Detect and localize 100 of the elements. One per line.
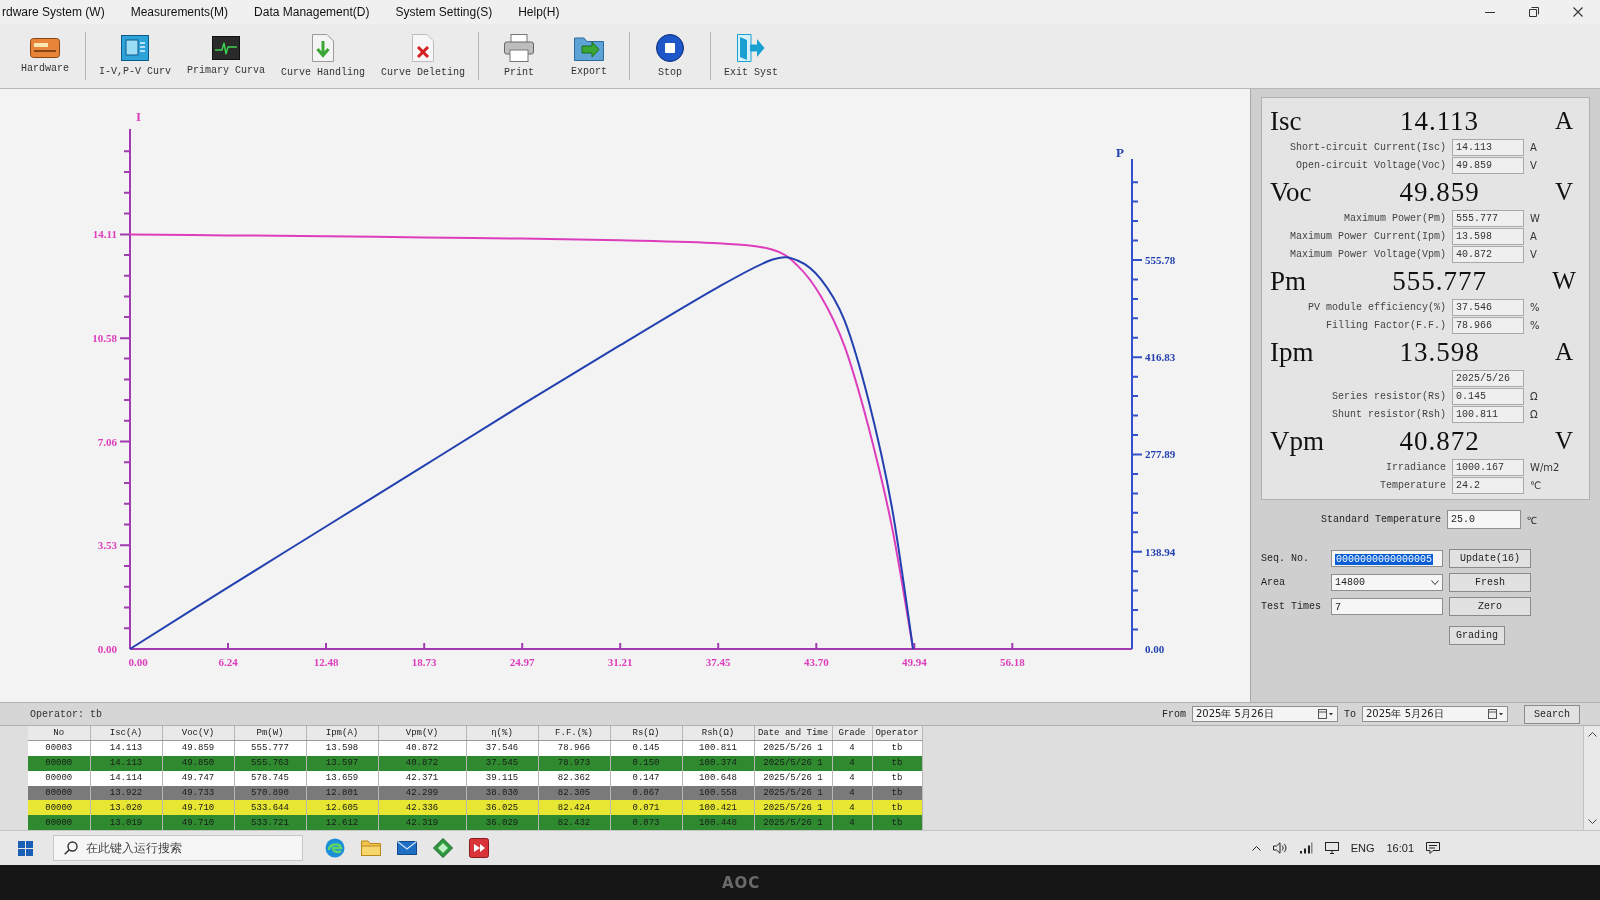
caret-down-icon[interactable]	[1587, 819, 1597, 824]
toolbar-button[interactable]: Exit Syst	[716, 24, 787, 88]
input-field[interactable]: 25.0	[1447, 510, 1522, 529]
field-label: Area	[1261, 577, 1286, 588]
toolbar-button[interactable]: Print	[484, 24, 555, 88]
language-indicator[interactable]: ENG	[1350, 842, 1375, 854]
search-button[interactable]: Search	[1524, 704, 1580, 724]
column-header: Operator	[872, 726, 922, 741]
column-header: Grade	[832, 726, 872, 741]
toolbar-button[interactable]: Curve Handling	[273, 24, 374, 88]
value-field: 78.966	[1452, 316, 1524, 334]
reading-value: 49.859	[1398, 175, 1481, 208]
unit-label: A	[1530, 230, 1538, 242]
field-label: Short-circuit Current(Isc)	[1288, 141, 1446, 153]
axis-tick-label: 31.21	[607, 656, 633, 668]
date-picker[interactable]: 2025年 5月26日	[1362, 706, 1508, 722]
table-cell: 13.659	[306, 770, 378, 786]
monitor-icon[interactable]	[1324, 842, 1339, 854]
network-icon[interactable]	[1298, 842, 1313, 854]
table-row[interactable]: 00000 13.020 49.710 533.644 12.605 42.336 36.025 82.424 0.071 100.421 2025/5/26 1 4 tb	[28, 800, 922, 816]
table-cell: 0.150	[610, 755, 682, 771]
menu-item[interactable]: Measurements(M)	[117, 0, 242, 24]
taskbar-search-field[interactable]: 在此键入运行搜索	[53, 835, 303, 861]
caret-up-icon[interactable]	[1251, 845, 1261, 851]
table-cell: 555.763	[234, 755, 306, 771]
start-icon[interactable]	[18, 840, 33, 856]
table-cell: 4	[832, 755, 872, 771]
input-field[interactable]: 7	[1331, 598, 1443, 615]
toolbar-button[interactable]: I-V,P-V Curv	[91, 24, 179, 88]
unit-label: V	[1530, 248, 1538, 260]
toolbar-button[interactable]: Export	[554, 24, 625, 88]
menu-item[interactable]: System Setting(S)	[382, 0, 506, 24]
column-header: Pm(W)	[234, 726, 306, 741]
date-picker[interactable]: 2025年 5月26日	[1192, 706, 1338, 722]
dropdown[interactable]: 14800	[1331, 574, 1443, 591]
restore-icon	[1529, 7, 1539, 17]
table-cell: 82.362	[538, 770, 610, 786]
column-header: Vpm(V)	[378, 726, 466, 741]
update-button[interactable]: Update(16)	[1449, 549, 1531, 568]
value-field: 100.811	[1452, 405, 1524, 423]
field-label: Temperature	[1379, 479, 1446, 491]
reading-value: 40.872	[1398, 424, 1481, 457]
table-cell: 2025/5/26 1	[754, 755, 832, 771]
table-cell: 49.747	[162, 770, 234, 786]
zero-button[interactable]: Zero	[1449, 597, 1531, 616]
toolbar-button[interactable]: Primary Curva	[179, 24, 274, 88]
app-tile-icon[interactable]	[469, 838, 489, 858]
stop-icon	[656, 34, 685, 62]
column-header: η(%)	[466, 726, 538, 741]
grading-button[interactable]: Grading	[1449, 626, 1505, 645]
toolbar-button[interactable]: Curve Deleting	[373, 24, 474, 88]
column-header: F.F.(%)	[538, 726, 610, 741]
swirl-icon[interactable]	[325, 838, 345, 858]
column-header: Rsh(Ω)	[682, 726, 754, 741]
value-field: 0.145	[1452, 387, 1524, 405]
envelope-icon[interactable]	[397, 841, 417, 855]
menu-item[interactable]: Data Management(D)	[241, 0, 383, 24]
table-cell: 78.966	[538, 740, 610, 756]
device-icon	[30, 38, 60, 58]
table-cell: 40.872	[378, 740, 466, 756]
field-label: Seq. No.	[1261, 553, 1310, 564]
folder-icon[interactable]	[361, 840, 381, 856]
toolbar-button[interactable]: Stop	[635, 24, 706, 88]
table-cell: 37.546	[466, 740, 538, 756]
table-cell: 49.850	[162, 755, 234, 771]
unit-label: %	[1530, 319, 1541, 331]
table-cell: 100.811	[682, 740, 754, 756]
calendar-dropdown-icon	[1318, 709, 1334, 719]
table-cell: 14.113	[90, 740, 162, 756]
unit-label: A	[1553, 105, 1575, 136]
diamond-icon[interactable]	[433, 838, 453, 858]
unit-label: W/m2	[1530, 461, 1561, 473]
table-cell: 2025/5/26 1	[754, 740, 832, 756]
table-cell: 2025/5/26 1	[754, 770, 832, 786]
value-field: 37.546	[1452, 298, 1524, 316]
axis-tick-label: 3.53	[97, 539, 117, 552]
scrollbar[interactable]	[1583, 726, 1600, 830]
column-header: Ipm(A)	[306, 726, 378, 741]
document-arrow-icon	[312, 34, 335, 62]
value-field: 40.872	[1452, 245, 1524, 263]
reading-label: Ipm	[1270, 335, 1315, 368]
clock-label[interactable]: 16:01	[1386, 842, 1414, 854]
axis-tick-label: 56.18	[999, 656, 1025, 668]
reading-label: Voc	[1270, 175, 1313, 208]
field-label: From	[1161, 708, 1186, 720]
toolbar-button[interactable]: Hardware	[10, 24, 80, 88]
value-field: 49.859	[1452, 156, 1524, 174]
notification-icon[interactable]	[1426, 842, 1440, 854]
column-header: Voc(V)	[162, 726, 234, 741]
caret-up-icon[interactable]	[1587, 732, 1597, 737]
table-cell: 49.859	[162, 740, 234, 756]
input-field[interactable]: 0000000000000005	[1331, 550, 1443, 567]
menu-item[interactable]: Help(H)	[505, 0, 573, 24]
fresh-button[interactable]: Fresh	[1449, 573, 1531, 592]
table-row[interactable]: 00000 13.019 49.710 533.721 12.612 42.319 36.029 82.432 0.073 100.448 2025/5/26 1 4 tb	[28, 815, 922, 830]
axis-tick-label: 10.58	[92, 332, 117, 345]
menu-item[interactable]: rdware System (W)	[0, 0, 118, 24]
reading-value: 13.598	[1398, 335, 1481, 368]
speaker-icon[interactable]	[1272, 842, 1287, 854]
axis-title: I	[136, 109, 142, 124]
